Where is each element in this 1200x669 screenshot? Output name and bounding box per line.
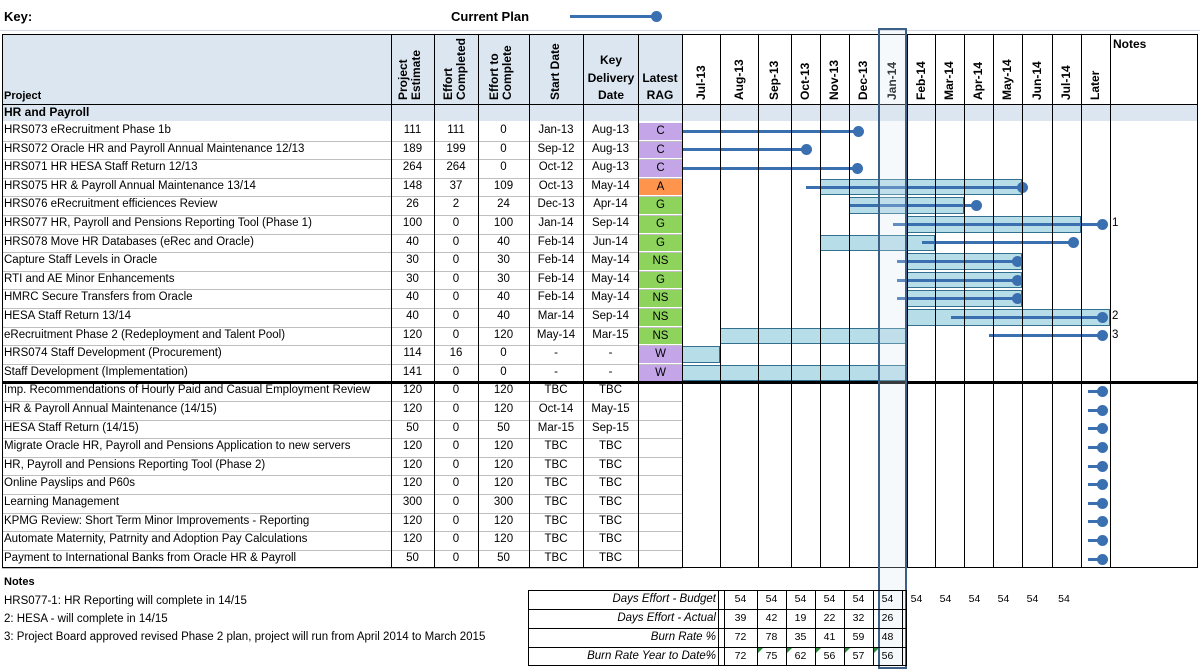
key-plan-dot <box>651 11 662 22</box>
summary-value: 78 <box>765 631 778 643</box>
summary-value: 72 <box>734 631 747 643</box>
summary-value <box>902 610 931 627</box>
summary-value: 22 <box>823 612 836 624</box>
summary-value <box>960 610 989 627</box>
summary-value <box>960 629 989 646</box>
summary-value: 54 <box>1026 593 1039 605</box>
summary-value <box>989 629 1018 646</box>
cell-flag-icon <box>758 648 763 653</box>
summary-value: 54 <box>734 593 747 605</box>
summary-value: 42 <box>765 612 778 624</box>
key-plan-line <box>570 15 656 18</box>
note-line-3: 3: Project Board approved revised Phase … <box>4 631 486 643</box>
summary-value: 59 <box>852 631 865 643</box>
summary-value: 19 <box>794 612 807 624</box>
summary-value: 32 <box>852 612 865 624</box>
summary-value: 54 <box>1058 593 1070 605</box>
summary-label: Burn Rate Year to Date% <box>587 650 716 662</box>
summary-col-divider <box>844 590 845 666</box>
summary-value: 54 <box>852 593 865 605</box>
summary-label: Burn Rate % <box>650 631 716 643</box>
summary-value <box>931 629 960 646</box>
cell-flag-icon <box>845 648 850 653</box>
summary-value: 39 <box>734 612 747 624</box>
summary-label: Days Effort - Actual <box>617 612 716 624</box>
summary-value: 48 <box>881 631 894 643</box>
key-current-plan-label: Current Plan <box>451 9 530 24</box>
summary-value: 72 <box>734 650 747 662</box>
summary-value <box>1018 629 1047 646</box>
summary-value <box>1018 610 1047 627</box>
cell-flag-icon <box>787 648 792 653</box>
summary-value <box>931 610 960 627</box>
summary-value <box>1047 648 1081 665</box>
summary-value: 54 <box>794 593 807 605</box>
note-line-2: 2: HESA - will complete in 14/15 <box>4 613 168 625</box>
header-divider <box>2 104 1198 105</box>
summary-label: Days Effort - Budget <box>612 593 716 605</box>
summary-value <box>1018 648 1047 665</box>
summary-value: 26 <box>881 612 894 624</box>
summary-value <box>1047 629 1081 646</box>
summary-value <box>902 648 931 665</box>
summary-value: 54 <box>881 593 894 605</box>
row-divider <box>2 568 682 570</box>
summary-col-divider <box>757 590 758 666</box>
summary-value: 41 <box>823 631 836 643</box>
notes-title: Notes <box>4 576 35 588</box>
cell-flag-icon <box>874 648 879 653</box>
summary-value: 54 <box>765 593 778 605</box>
summary-value: 54 <box>823 593 836 605</box>
summary-col-divider <box>786 590 787 666</box>
key-label: Key: <box>4 9 33 24</box>
summary-col-divider <box>873 590 874 666</box>
summary-value <box>989 610 1018 627</box>
summary-value <box>989 648 1018 665</box>
summary-value: 54 <box>910 593 923 605</box>
summary-col-divider <box>815 590 816 666</box>
summary-col-divider <box>724 590 725 666</box>
summary-value: 54 <box>968 593 981 605</box>
cell-flag-icon <box>816 648 821 653</box>
note-line-1: HRS077-1: HR Reporting will complete in … <box>4 595 247 607</box>
summary-value <box>902 629 931 646</box>
summary-value <box>960 648 989 665</box>
summary-value: 54 <box>939 593 952 605</box>
table-frame <box>2 34 1198 569</box>
current-month-highlight <box>878 28 907 669</box>
summary-col-divider <box>902 590 903 666</box>
summary-value <box>931 648 960 665</box>
key-divider <box>0 30 1200 31</box>
summary-value: 35 <box>794 631 807 643</box>
summary-label-divider <box>718 590 719 666</box>
summary-value: 54 <box>997 593 1010 605</box>
summary-value <box>1047 610 1081 627</box>
